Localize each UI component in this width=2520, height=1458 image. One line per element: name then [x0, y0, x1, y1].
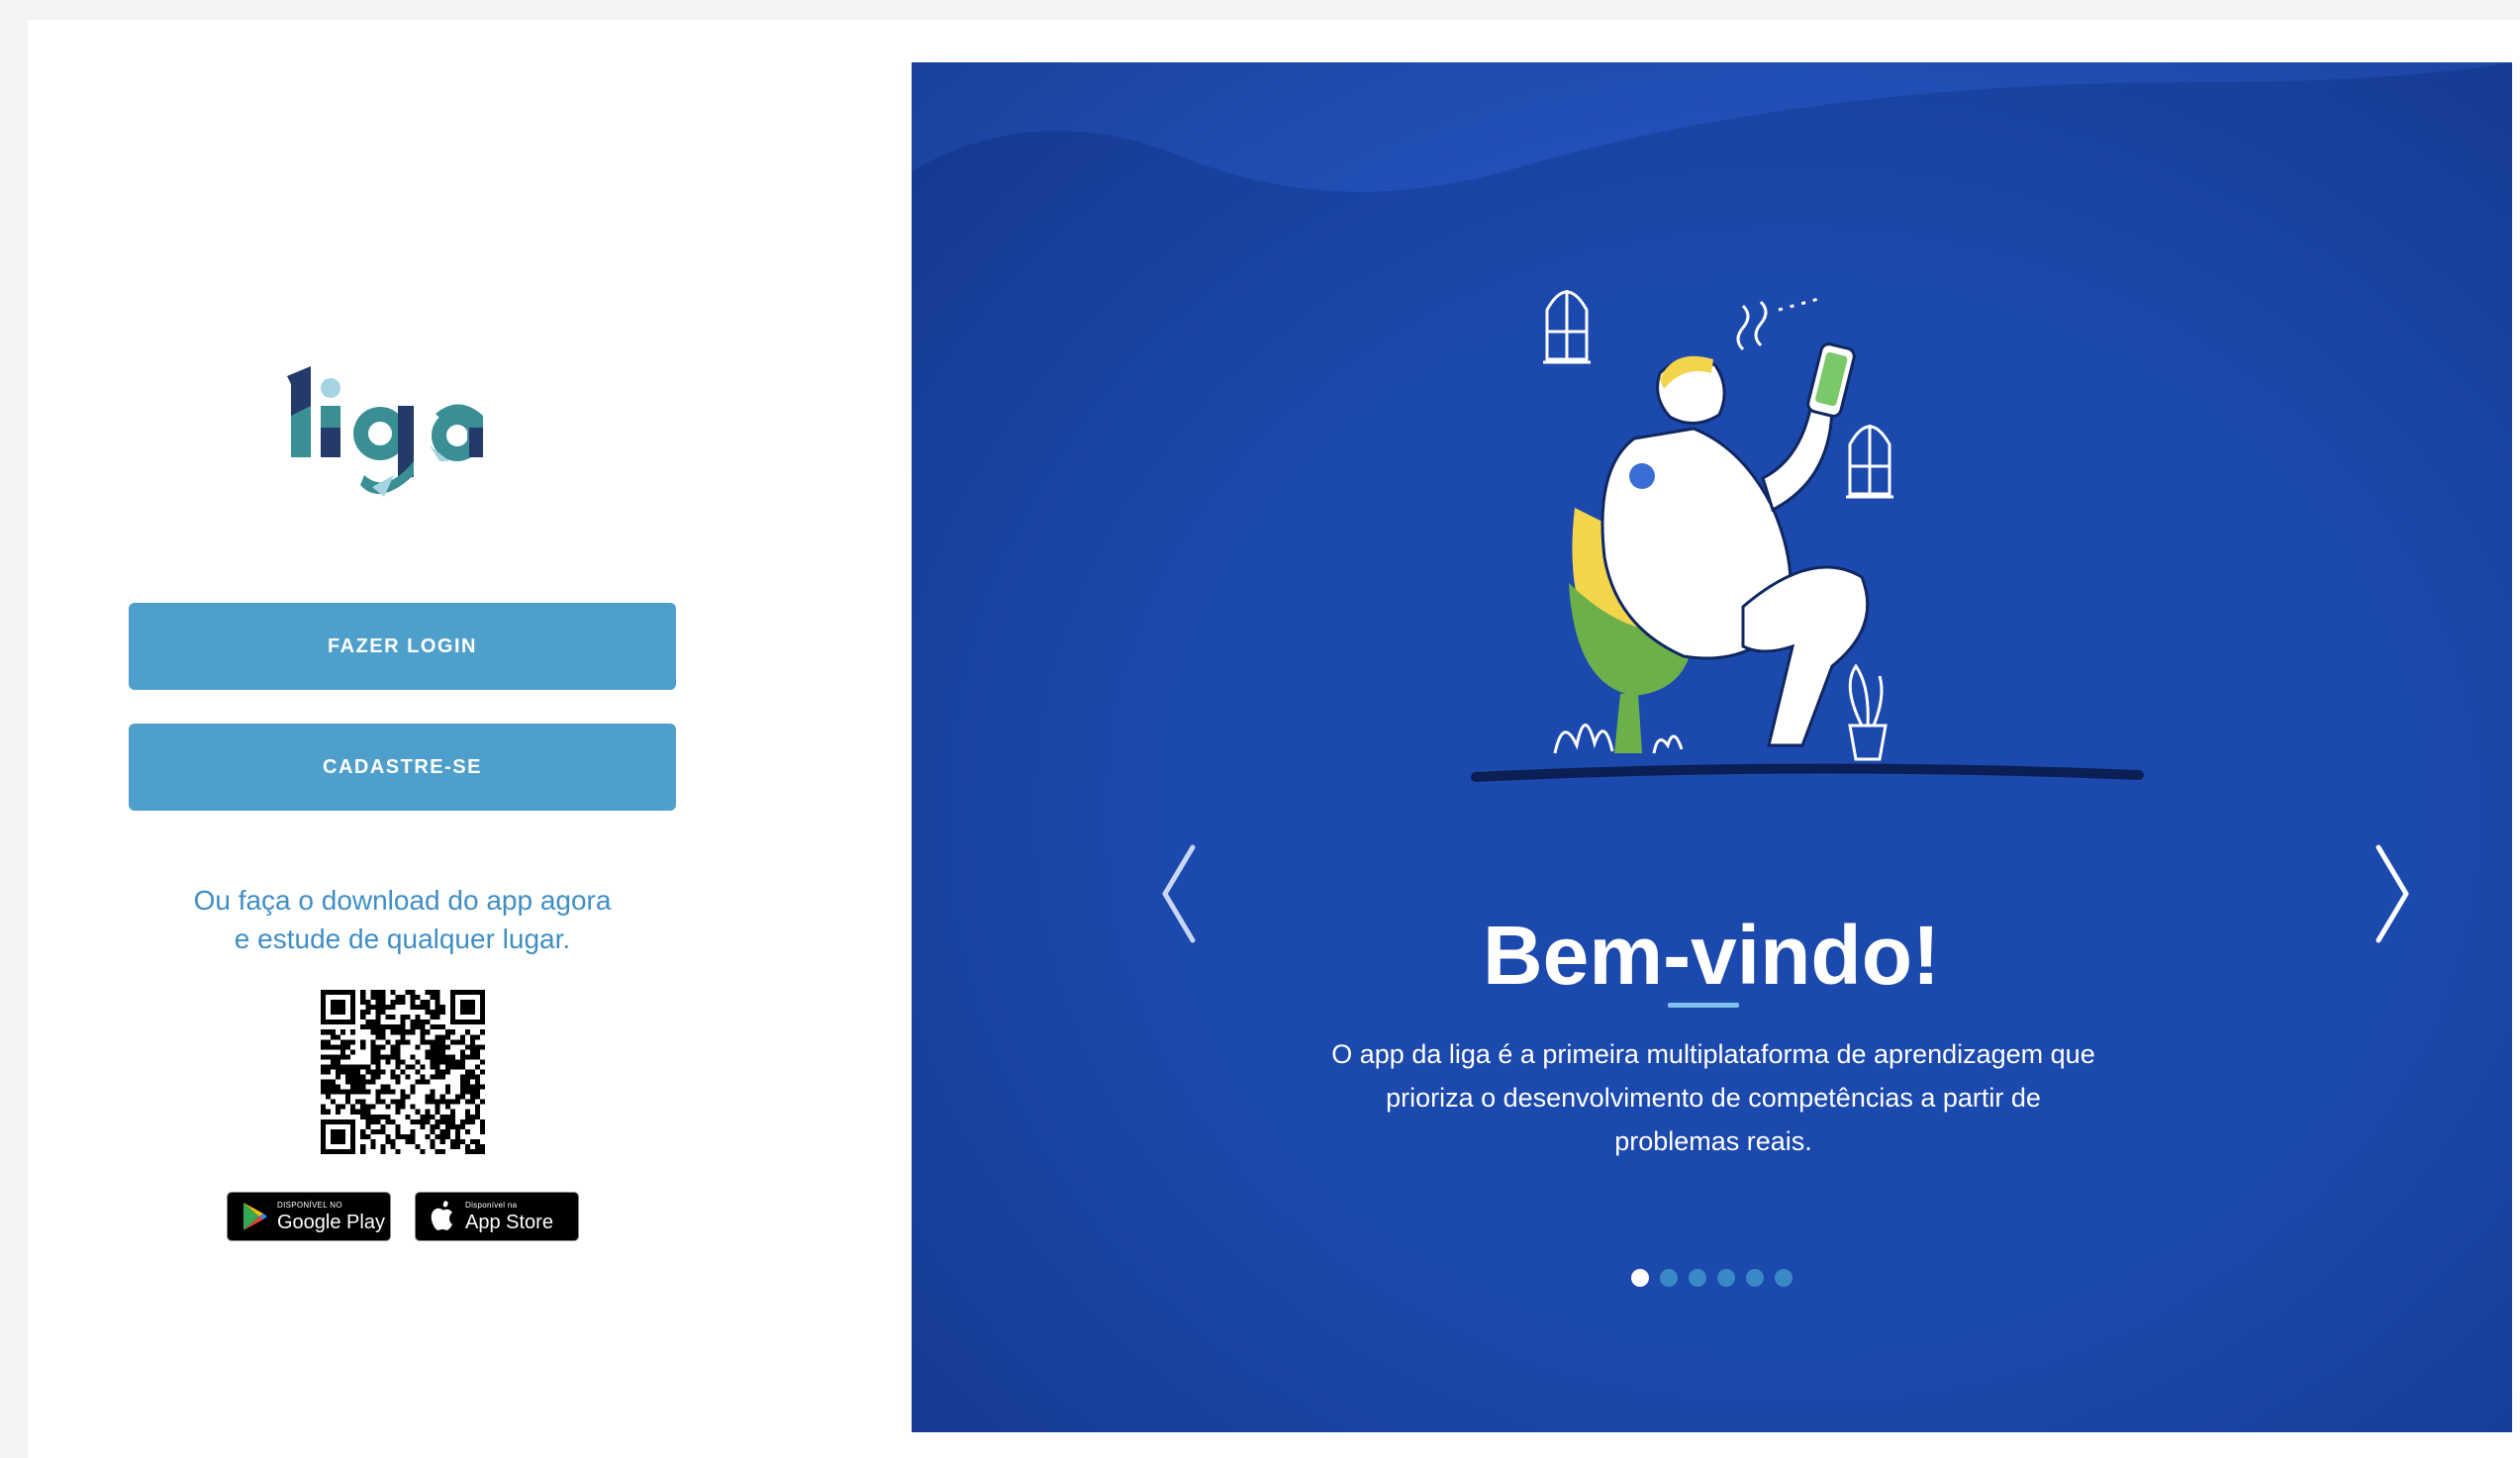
- carousel-dot[interactable]: [1660, 1269, 1678, 1287]
- carousel-dot[interactable]: [1717, 1269, 1735, 1287]
- liga-logo: [281, 337, 548, 505]
- welcome-carousel: Bem-vindo! O app da liga é a primeira mu…: [912, 62, 2512, 1432]
- download-prompt-line2: e estude de qualquer lugar.: [234, 923, 571, 954]
- carousel-dot[interactable]: [1775, 1269, 1793, 1287]
- download-prompt: Ou faça o download do app agora e estude…: [129, 881, 676, 958]
- signup-button[interactable]: CADASTRE-SE: [129, 724, 676, 811]
- apple-icon: [431, 1201, 452, 1230]
- title-underline: [1668, 1003, 1739, 1008]
- qr-code: [321, 990, 485, 1154]
- student-illustration: [1471, 290, 2144, 782]
- next-slide-button[interactable]: [2363, 839, 2422, 948]
- carousel-pagination: [912, 1269, 2512, 1287]
- slide-description: O app da liga é a primeira multiplatafor…: [1331, 1039, 2095, 1156]
- auth-panel: FAZER LOGIN CADASTRE-SE Ou faça o downlo…: [28, 20, 912, 1458]
- app-store-big: App Store: [465, 1211, 553, 1233]
- slide-title: Bem-vindo!: [1483, 909, 1940, 1002]
- app-store-badge[interactable]: Disponível na App Store: [415, 1192, 579, 1241]
- carousel-dot[interactable]: [1689, 1269, 1706, 1287]
- liga-logo-mark: [287, 366, 483, 497]
- login-button[interactable]: FAZER LOGIN: [129, 603, 676, 690]
- page: FAZER LOGIN CADASTRE-SE Ou faça o downlo…: [28, 20, 2520, 1458]
- google-play-big: Google Play: [277, 1211, 385, 1233]
- carousel-dot[interactable]: [1631, 1269, 1649, 1287]
- qr-code-image: [321, 990, 485, 1154]
- google-play-icon: [243, 1203, 267, 1230]
- google-play-small: DISPONÍVEL NO: [277, 1200, 342, 1210]
- download-prompt-line1: Ou faça o download do app agora: [193, 885, 612, 916]
- google-play-badge[interactable]: DISPONÍVEL NO Google Play: [227, 1192, 391, 1241]
- carousel-dot[interactable]: [1746, 1269, 1764, 1287]
- prev-slide-button[interactable]: [1149, 839, 1209, 948]
- app-store-small: Disponível na: [465, 1200, 518, 1210]
